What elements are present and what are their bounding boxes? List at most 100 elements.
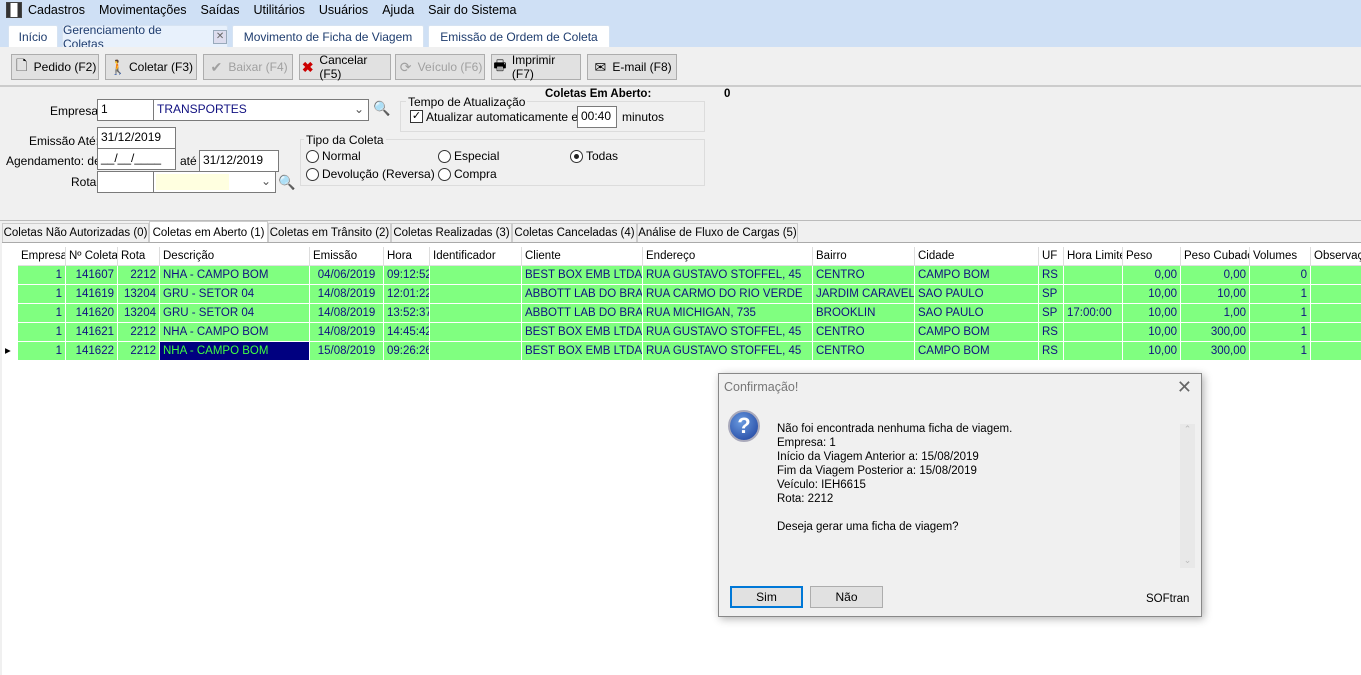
- table-cell[interactable]: RUA GUSTAVO STOFFEL, 45: [643, 342, 813, 361]
- sim-button[interactable]: Sim: [730, 586, 803, 608]
- table-cell[interactable]: 141620: [66, 304, 118, 323]
- table-cell[interactable]: CENTRO: [813, 266, 915, 285]
- column-header[interactable]: Peso Cubado: [1181, 247, 1250, 266]
- table-cell[interactable]: CAMPO BOM: [915, 266, 1039, 285]
- tab-canceladas[interactable]: Coletas Canceladas (4): [512, 223, 637, 243]
- table-cell[interactable]: 10,00: [1123, 323, 1181, 342]
- tab-gerenciamento-coletas[interactable]: Gerenciamento de Coletas ✕: [62, 23, 228, 51]
- radio-especial[interactable]: Especial: [438, 149, 499, 163]
- search-icon[interactable]: 🔍: [278, 174, 295, 191]
- veiculo-button[interactable]: ⟳ Veículo (F6): [395, 54, 485, 80]
- tab-em-aberto[interactable]: Coletas em Aberto (1): [149, 221, 268, 243]
- radio-todas[interactable]: Todas: [570, 149, 618, 163]
- table-cell[interactable]: RUA GUSTAVO STOFFEL, 45: [643, 323, 813, 342]
- table-cell[interactable]: CAMPO BOM: [915, 342, 1039, 361]
- table-cell[interactable]: 2212: [118, 266, 160, 285]
- table-cell[interactable]: [1311, 285, 1361, 304]
- auto-update-input[interactable]: 00:40: [577, 106, 617, 128]
- table-cell[interactable]: RS: [1039, 266, 1064, 285]
- table-cell[interactable]: 300,00: [1181, 342, 1250, 361]
- table-cell[interactable]: [430, 342, 522, 361]
- table-cell[interactable]: ABBOTT LAB DO BRASIL: [522, 304, 643, 323]
- table-cell[interactable]: 12:01:22: [384, 285, 430, 304]
- table-cell[interactable]: 2212: [118, 342, 160, 361]
- search-icon[interactable]: 🔍: [373, 100, 390, 117]
- table-cell[interactable]: 14/08/2019: [310, 285, 384, 304]
- empresa-select[interactable]: TRANSPORTES ⌄: [153, 99, 369, 121]
- table-cell[interactable]: BEST BOX EMB LTDA: [522, 342, 643, 361]
- radio-compra[interactable]: Compra: [438, 167, 497, 181]
- coletar-button[interactable]: 🚶 Coletar (F3): [105, 54, 197, 80]
- tab-em-transito[interactable]: Coletas em Trânsito (2): [268, 223, 391, 243]
- table-cell[interactable]: 1: [1250, 342, 1311, 361]
- table-cell[interactable]: 09:12:52: [384, 266, 430, 285]
- table-cell[interactable]: BROOKLIN: [813, 304, 915, 323]
- table-cell[interactable]: [430, 285, 522, 304]
- table-cell[interactable]: BEST BOX EMB LTDA: [522, 266, 643, 285]
- table-cell[interactable]: 141607: [66, 266, 118, 285]
- table-row[interactable]: ▸ 1 141622 2212 NHA - CAMPO BOM 15/08/2019 09:…: [2, 341, 1361, 362]
- table-cell[interactable]: [1064, 266, 1123, 285]
- table-cell[interactable]: 141622: [66, 342, 118, 361]
- table-cell[interactable]: RS: [1039, 323, 1064, 342]
- column-header[interactable]: Peso: [1123, 247, 1181, 266]
- table-cell[interactable]: BEST BOX EMB LTDA: [522, 323, 643, 342]
- menu-cadastros[interactable]: Cadastros: [28, 3, 85, 17]
- table-cell[interactable]: SAO PAULO: [915, 304, 1039, 323]
- column-header[interactable]: Cidade: [915, 247, 1039, 266]
- table-cell[interactable]: CENTRO: [813, 323, 915, 342]
- tab-nao-autorizadas[interactable]: Coletas Não Autorizadas (0): [2, 223, 149, 243]
- table-cell[interactable]: 1: [1250, 323, 1311, 342]
- column-header[interactable]: Volumes: [1250, 247, 1311, 266]
- column-header[interactable]: Endereço: [643, 247, 813, 266]
- table-row[interactable]: 1 141619 13204 GRU - SETOR 04 14/08/2019 12:0…: [2, 285, 1361, 304]
- column-header[interactable]: Rota: [118, 247, 160, 266]
- email-button[interactable]: ✉ E-mail (F8): [587, 54, 677, 80]
- empresa-code-input[interactable]: 1: [97, 99, 154, 121]
- close-icon[interactable]: ✕: [1177, 377, 1192, 398]
- row-indicator[interactable]: [2, 285, 18, 304]
- baixar-button[interactable]: ✔ Baixar (F4): [203, 54, 293, 80]
- table-cell[interactable]: NHA - CAMPO BOM: [160, 323, 310, 342]
- table-cell[interactable]: RUA MICHIGAN, 735: [643, 304, 813, 323]
- column-header[interactable]: Descrição: [160, 247, 310, 266]
- column-header[interactable]: Observação: [1311, 247, 1361, 266]
- table-cell[interactable]: 1: [18, 304, 66, 323]
- row-indicator[interactable]: [2, 266, 18, 285]
- tab-movimento-ficha[interactable]: Movimento de Ficha de Viagem: [232, 25, 424, 47]
- table-cell[interactable]: 1: [1250, 304, 1311, 323]
- scroll-down-icon[interactable]: ⌄: [1180, 555, 1195, 566]
- table-cell[interactable]: 14/08/2019: [310, 304, 384, 323]
- table-cell[interactable]: CENTRO: [813, 342, 915, 361]
- table-cell[interactable]: [1311, 304, 1361, 323]
- menu-sair[interactable]: Sair do Sistema: [428, 3, 516, 17]
- column-header[interactable]: Cliente: [522, 247, 643, 266]
- table-cell[interactable]: GRU - SETOR 04: [160, 304, 310, 323]
- message-scrollbar[interactable]: ⌃ ⌄: [1180, 424, 1195, 568]
- nao-button[interactable]: Não: [810, 586, 883, 608]
- table-cell[interactable]: [1311, 342, 1361, 361]
- column-header[interactable]: Identificador: [430, 247, 522, 266]
- row-indicator[interactable]: [2, 247, 18, 266]
- menu-movimentacoes[interactable]: Movimentações: [99, 3, 187, 17]
- table-cell[interactable]: 1: [18, 266, 66, 285]
- table-cell[interactable]: RUA CARMO DO RIO VERDE: [643, 285, 813, 304]
- table-cell[interactable]: 0,00: [1181, 266, 1250, 285]
- table-cell[interactable]: [430, 266, 522, 285]
- table-cell[interactable]: JARDIM CARAVELAS: [813, 285, 915, 304]
- table-cell[interactable]: [430, 304, 522, 323]
- column-header[interactable]: UF: [1039, 247, 1064, 266]
- table-cell[interactable]: SP: [1039, 285, 1064, 304]
- table-cell[interactable]: 14/08/2019: [310, 323, 384, 342]
- row-indicator[interactable]: [2, 304, 18, 323]
- table-cell[interactable]: 17:00:00: [1064, 304, 1123, 323]
- close-tab-icon[interactable]: ✕: [213, 29, 227, 44]
- emissao-input[interactable]: 31/12/2019: [97, 127, 176, 149]
- table-cell[interactable]: 141621: [66, 323, 118, 342]
- table-cell[interactable]: [430, 323, 522, 342]
- table-cell[interactable]: 10,00: [1123, 342, 1181, 361]
- agendamento-to-input[interactable]: 31/12/2019: [199, 150, 279, 172]
- scroll-up-icon[interactable]: ⌃: [1180, 424, 1195, 435]
- table-cell[interactable]: 15/08/2019: [310, 342, 384, 361]
- rota-code-input[interactable]: [97, 171, 154, 193]
